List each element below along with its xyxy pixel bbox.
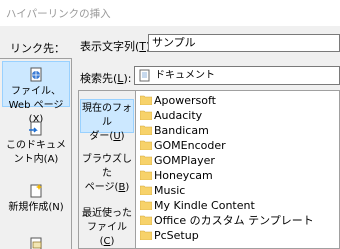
file-name: Bandicam: [154, 124, 209, 137]
file-list[interactable]: Apowersoft Audacity Bandicam GOMEncoder …: [136, 90, 340, 249]
folder-icon: [140, 170, 152, 180]
link-to-this-document-label: このドキュメント内(A): [6, 140, 66, 165]
folder-icon: [140, 125, 152, 135]
link-to-this-document-button[interactable]: このドキュメント内(A): [2, 121, 70, 165]
list-item[interactable]: Audacity: [136, 108, 340, 123]
list-item[interactable]: PcSetup: [136, 228, 340, 243]
file-name: Music: [154, 184, 186, 197]
link-to-pane: ファイル、Web ページ(X) このドキュメント内(A) 新規作成(N): [0, 58, 72, 249]
list-item[interactable]: Apowersoft: [136, 93, 340, 108]
file-name: Office のカスタム テンプレート: [154, 214, 314, 227]
new-document-icon: [30, 184, 42, 198]
folder-icon: [140, 200, 152, 210]
link-to-existing-file-label: ファイル、Web ページ(X): [8, 86, 64, 125]
list-item[interactable]: GOMPlayer: [136, 153, 340, 168]
current-folder-label: 現在のフォル ダー(U): [82, 103, 132, 142]
file-name: Apowersoft: [154, 94, 216, 107]
create-new-document-button[interactable]: 新規作成(N): [2, 183, 70, 215]
file-name: Audacity: [154, 109, 203, 122]
globe-file-icon: [30, 67, 42, 82]
link-to-label: リンク先：: [10, 42, 65, 55]
folder-icon: [140, 95, 152, 105]
file-name: Honeycam: [154, 169, 213, 182]
file-name: GOMPlayer: [154, 154, 215, 167]
search-in-value: ドキュメント: [155, 70, 215, 81]
file-name: GOMEncoder: [154, 139, 226, 152]
recent-files-button[interactable]: 最近使った ファイル(C): [80, 205, 134, 247]
email-address-button[interactable]: [2, 235, 70, 249]
list-item[interactable]: GOMEncoder: [136, 138, 340, 153]
list-item[interactable]: Office のカスタム テンプレート: [136, 213, 340, 228]
dialog-title: ハイパーリンクの挿入: [6, 8, 111, 20]
folder-icon: [140, 110, 152, 120]
browsed-pages-button[interactable]: ブラウズした ページ(B): [80, 151, 134, 193]
link-to-existing-file-button[interactable]: ファイル、Web ページ(X): [2, 61, 70, 125]
recent-files-label: 最近使った ファイル(C): [82, 208, 132, 247]
display-text-input[interactable]: サンプル: [148, 34, 340, 52]
list-item[interactable]: Honeycam: [136, 168, 340, 183]
folder-icon: [140, 215, 152, 225]
list-item[interactable]: Music: [136, 183, 340, 198]
display-text-label: 表示文字列(T):: [80, 40, 154, 53]
create-new-document-label: 新規作成(N): [8, 202, 64, 213]
browsed-pages-label: ブラウズした ページ(B): [82, 154, 132, 193]
list-item[interactable]: My Kindle Content: [136, 198, 340, 213]
current-folder-button[interactable]: 現在のフォル ダー(U): [80, 99, 134, 142]
folder-icon: [140, 230, 152, 240]
document-arrow-icon: [29, 121, 42, 136]
email-icon: [30, 237, 42, 249]
folder-icon: [140, 155, 152, 165]
browse-pane: 現在のフォル ダー(U) ブラウズした ページ(B) 最近使った ファイル(C): [78, 90, 136, 249]
file-name: PcSetup: [154, 229, 199, 242]
documents-folder-icon: [139, 69, 150, 82]
search-in-dropdown[interactable]: ドキュメント: [134, 66, 340, 85]
file-name: My Kindle Content: [154, 199, 255, 212]
list-item[interactable]: Bandicam: [136, 123, 340, 138]
folder-icon: [140, 185, 152, 195]
title-bar: ハイパーリンクの挿入: [0, 0, 340, 26]
folder-icon: [140, 140, 152, 150]
search-in-label: 検索先(L):: [80, 72, 132, 85]
